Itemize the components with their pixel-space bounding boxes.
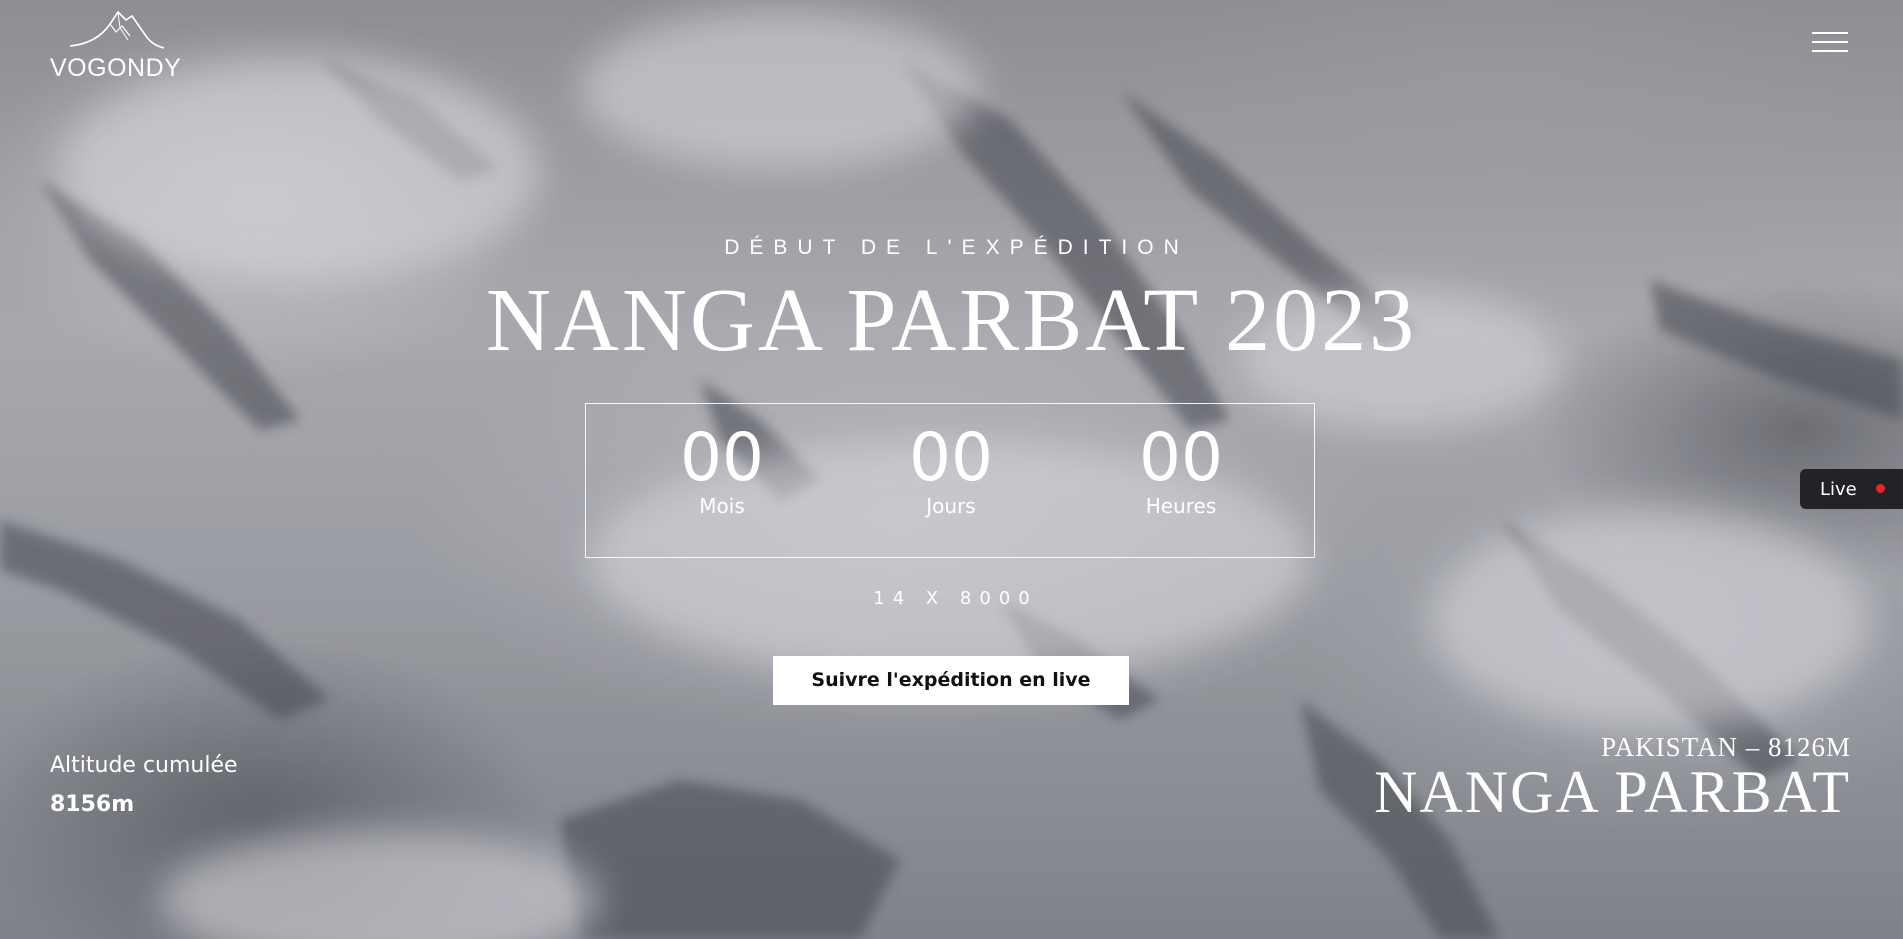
brand-name: VOGONDY	[50, 54, 182, 82]
menu-line	[1812, 41, 1848, 43]
live-tab[interactable]: Live	[1800, 469, 1903, 509]
countdown-label: Mois	[699, 494, 745, 518]
mountain-logo-icon	[69, 10, 165, 49]
peak-name: NANGA PARBAT	[1374, 759, 1851, 825]
live-indicator-dot	[1876, 484, 1885, 493]
countdown-days: 00 Jours	[881, 419, 1021, 519]
live-label: Live	[1820, 479, 1857, 500]
hero-title: NANGA PARBAT 2023	[485, 271, 1418, 370]
hamburger-menu-icon[interactable]	[1812, 30, 1848, 54]
brand-logo[interactable]: VOGONDY	[50, 6, 184, 82]
countdown-label: Jours	[926, 494, 976, 518]
follow-live-button[interactable]: Suivre l'expédition en live	[773, 656, 1129, 705]
countdown-hours: 00 Heures	[1111, 419, 1251, 519]
countdown-label: Heures	[1145, 494, 1217, 518]
countdown-value: 00	[1139, 419, 1223, 496]
altitude-label: Altitude cumulée	[50, 753, 238, 778]
countdown-value: 00	[680, 419, 764, 496]
altitude-value: 8156m	[50, 792, 135, 817]
menu-line	[1812, 32, 1848, 34]
menu-line	[1812, 50, 1848, 52]
countdown-box: 00 Mois 00 Jours 00 Heures	[585, 403, 1315, 558]
hero-subtitle: DÉBUT DE L'EXPÉDITION	[724, 236, 1189, 259]
hero-tagline: 14 X 8000	[873, 588, 1038, 609]
countdown-value: 00	[909, 419, 993, 496]
countdown-months: 00 Mois	[652, 419, 792, 519]
